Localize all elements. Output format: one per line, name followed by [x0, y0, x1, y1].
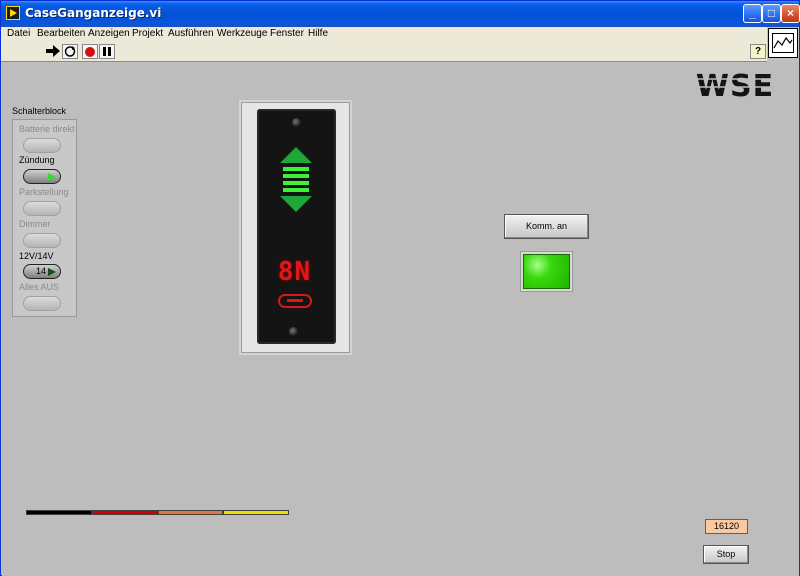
run-continuously-icon[interactable] [62, 44, 78, 59]
vi-connector-icon [768, 28, 798, 58]
run-arrow-icon[interactable] [45, 44, 61, 59]
color-bar-segment [223, 510, 289, 515]
abort-icon[interactable] [82, 44, 98, 59]
gear-bar [283, 188, 309, 192]
shift-down-arrow-icon [280, 196, 312, 212]
pause-icon[interactable] [99, 44, 115, 59]
menu-werkzeuge[interactable]: Werkzeuge [217, 28, 267, 39]
window-title: CaseGanganzeige.vi [25, 6, 162, 20]
counter-indicator: 16120 [705, 519, 748, 534]
menu-anzeigen[interactable]: Anzeigen [88, 28, 130, 39]
menu-bar: Datei Bearbeiten Anzeigen Projekt Ausfüh… [1, 27, 767, 42]
close-button[interactable]: × [781, 4, 800, 23]
switch-label-dimmer: Dimmer [19, 219, 51, 229]
switch-label-voltage: 12V/14V [19, 251, 54, 261]
switch-block-title: Schalterblock [12, 106, 67, 116]
labview-window: CaseGanganzeige.vi _ □ × Datei Bearbeite… [0, 0, 800, 576]
toggle-ignition[interactable] [23, 169, 61, 184]
minimize-button[interactable]: _ [743, 4, 762, 23]
switch-block: Batterie direkt Zündung Parkstellung Dim… [12, 119, 77, 317]
switch-label-all-off: Alles AUS [19, 282, 60, 292]
shift-up-arrow-icon [280, 147, 312, 163]
gear-display: 8N [277, 257, 312, 287]
toolbar: ? [1, 42, 767, 62]
toggle-park[interactable] [23, 201, 61, 216]
screw-top-icon [292, 118, 301, 127]
ignition-led-icon [48, 173, 56, 181]
menu-hilfe[interactable]: Hilfe [308, 28, 328, 39]
menu-ausfuehren[interactable]: Ausführen [168, 28, 214, 39]
wse-logo: WSE [685, 70, 785, 100]
gear-bar [283, 174, 309, 178]
toggle-all-off[interactable] [23, 296, 61, 311]
toggle-dimmer[interactable] [23, 233, 61, 248]
toggle-battery[interactable] [23, 138, 61, 153]
gear-indicator: 8N [257, 109, 336, 344]
switch-label-ignition: Zündung [19, 155, 55, 165]
voltage-led-icon [48, 268, 56, 276]
context-help-icon[interactable]: ? [750, 44, 766, 59]
gear-bar [283, 167, 309, 171]
menu-fenster[interactable]: Fenster [270, 28, 304, 39]
svg-text:WSE: WSE [696, 70, 774, 100]
color-bar-segment [92, 510, 158, 515]
front-panel [2, 63, 799, 576]
gear-arrows [280, 147, 312, 212]
menu-projekt[interactable]: Projekt [132, 28, 163, 39]
color-bar-segment [158, 510, 223, 515]
wrench-icon [278, 294, 312, 308]
voltage-value: 14 [36, 266, 47, 276]
menu-bearbeiten[interactable]: Bearbeiten [37, 28, 85, 39]
switch-label-battery: Batterie direkt [19, 124, 75, 134]
menu-datei[interactable]: Datei [7, 28, 30, 39]
color-bar-segment [26, 510, 92, 515]
switch-label-park: Parkstellung [19, 187, 69, 197]
labview-app-icon [6, 6, 20, 20]
toggle-voltage[interactable]: 14 [23, 264, 61, 279]
comm-status-led [523, 254, 570, 289]
stop-button[interactable]: Stop [703, 545, 749, 564]
screw-bottom-icon [289, 327, 298, 336]
maximize-button[interactable]: □ [762, 4, 781, 23]
title-bar[interactable]: CaseGanganzeige.vi _ □ × [1, 1, 800, 27]
gear-bar [283, 181, 309, 185]
comm-on-button[interactable]: Komm. an [504, 214, 589, 239]
